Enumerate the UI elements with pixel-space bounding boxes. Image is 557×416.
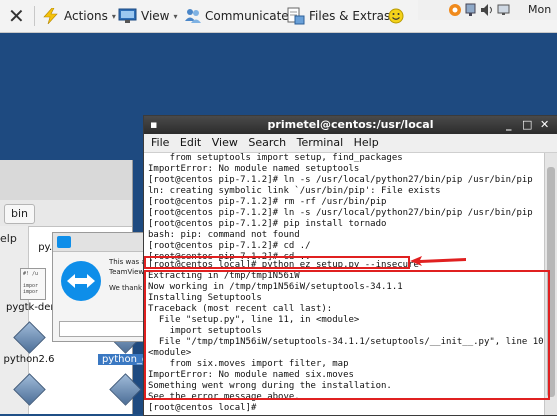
help-menu[interactable]: elp bbox=[0, 232, 17, 245]
terminal-line: from setuptools import setup, find_packa… bbox=[148, 153, 403, 163]
popup-titlebar bbox=[53, 233, 149, 252]
terminal-line: [root@centos pip-7.1.2]# ln -s /usr/loca… bbox=[148, 208, 533, 218]
command-highlight-box bbox=[144, 256, 410, 269]
file-preview-text: #! /u impor impor bbox=[23, 271, 39, 295]
menu-search[interactable]: Search bbox=[248, 136, 286, 149]
terminal-line: [root@centos pip-7.1.2]# cd ./ bbox=[148, 241, 311, 251]
path-button[interactable]: bin bbox=[4, 204, 36, 224]
menu-file[interactable]: File bbox=[151, 136, 169, 149]
window-menu-icon[interactable]: ▪ bbox=[150, 116, 157, 134]
error-highlight-box bbox=[144, 270, 550, 400]
file-item[interactable] bbox=[2, 374, 56, 404]
file-item[interactable]: python2.6 bbox=[2, 322, 56, 365]
clock-label: Mon bbox=[528, 3, 552, 16]
python-file-icon bbox=[14, 374, 44, 404]
script-file-icon: #! /u impor impor bbox=[20, 268, 46, 300]
smiley-icon bbox=[388, 8, 404, 24]
window-title: primetel@centos:/usr/local bbox=[267, 118, 434, 131]
terminal-titlebar[interactable]: primetel@centos:/usr/local ▪ _ □ ✕ bbox=[144, 116, 557, 134]
chevron-down-icon: ▾ bbox=[111, 11, 116, 21]
terminal-line: [root@centos pip-7.1.2]# pip install tor… bbox=[148, 219, 387, 229]
file-name: python2.6 bbox=[3, 354, 55, 365]
close-icon: ✕ bbox=[8, 4, 25, 28]
python-file-icon bbox=[14, 322, 44, 352]
location-bar: bin bbox=[0, 200, 132, 227]
network-icon[interactable] bbox=[465, 3, 477, 17]
actions-label: Actions bbox=[64, 9, 108, 23]
terminal-line: bash: pip: command not found bbox=[148, 230, 300, 240]
menu-view[interactable]: View bbox=[212, 136, 238, 149]
teamviewer-logo bbox=[61, 261, 101, 301]
terminal-menubar: File Edit View Search Terminal Help bbox=[144, 134, 557, 153]
terminal-line: [root@centos pip-7.1.2]# rm -rf /usr/bin… bbox=[148, 197, 387, 207]
terminal-line: [root@centos local]# bbox=[148, 403, 262, 413]
lightning-icon bbox=[43, 8, 58, 24]
toolbar-divider bbox=[34, 6, 35, 26]
files-extras-label: Files & Extras bbox=[309, 9, 391, 23]
terminal-line: ImportError: No module named setuptools bbox=[148, 164, 360, 174]
terminal-line: [root@centos pip-7.1.2]# ln -s /usr/loca… bbox=[148, 175, 533, 185]
files-icon bbox=[287, 7, 305, 25]
menu-terminal[interactable]: Terminal bbox=[297, 136, 344, 149]
remote-top-panel: Mon bbox=[418, 0, 557, 20]
arrows-icon bbox=[67, 274, 95, 288]
display-icon[interactable] bbox=[497, 3, 511, 17]
files-extras-menu[interactable]: Files & Extras ▾ bbox=[286, 0, 398, 32]
feedback-button[interactable] bbox=[388, 0, 404, 32]
popup-button[interactable] bbox=[59, 321, 145, 337]
communicate-label: Communicate bbox=[205, 9, 289, 23]
close-icon[interactable]: ✕ bbox=[540, 116, 549, 134]
teamviewer-popup: This was a TeamViewe We thank bbox=[52, 232, 150, 342]
teamviewer-mini-icon bbox=[57, 236, 71, 248]
view-menu[interactable]: View ▾ bbox=[118, 0, 178, 32]
close-session-button[interactable]: ✕ bbox=[8, 0, 25, 32]
view-label: View bbox=[141, 9, 170, 23]
communicate-menu[interactable]: Communicate ▾ bbox=[184, 0, 297, 32]
terminal-line: ln: creating symbolic link `/usr/bin/pip… bbox=[148, 186, 441, 196]
menu-help[interactable]: Help bbox=[354, 136, 379, 149]
maximize-icon[interactable]: □ bbox=[522, 116, 532, 134]
minimize-icon[interactable]: _ bbox=[506, 116, 512, 134]
people-icon bbox=[185, 9, 201, 23]
menu-edit[interactable]: Edit bbox=[180, 136, 201, 149]
chevron-down-icon: ▾ bbox=[173, 11, 178, 21]
annotation-arrow-icon bbox=[410, 256, 466, 266]
update-notifier-icon[interactable] bbox=[448, 3, 462, 17]
file-manager-toolbar bbox=[0, 160, 132, 201]
python-file-icon bbox=[110, 374, 140, 404]
actions-menu[interactable]: Actions ▾ bbox=[42, 0, 116, 32]
monitor-icon bbox=[118, 8, 137, 23]
volume-icon[interactable] bbox=[480, 3, 494, 17]
